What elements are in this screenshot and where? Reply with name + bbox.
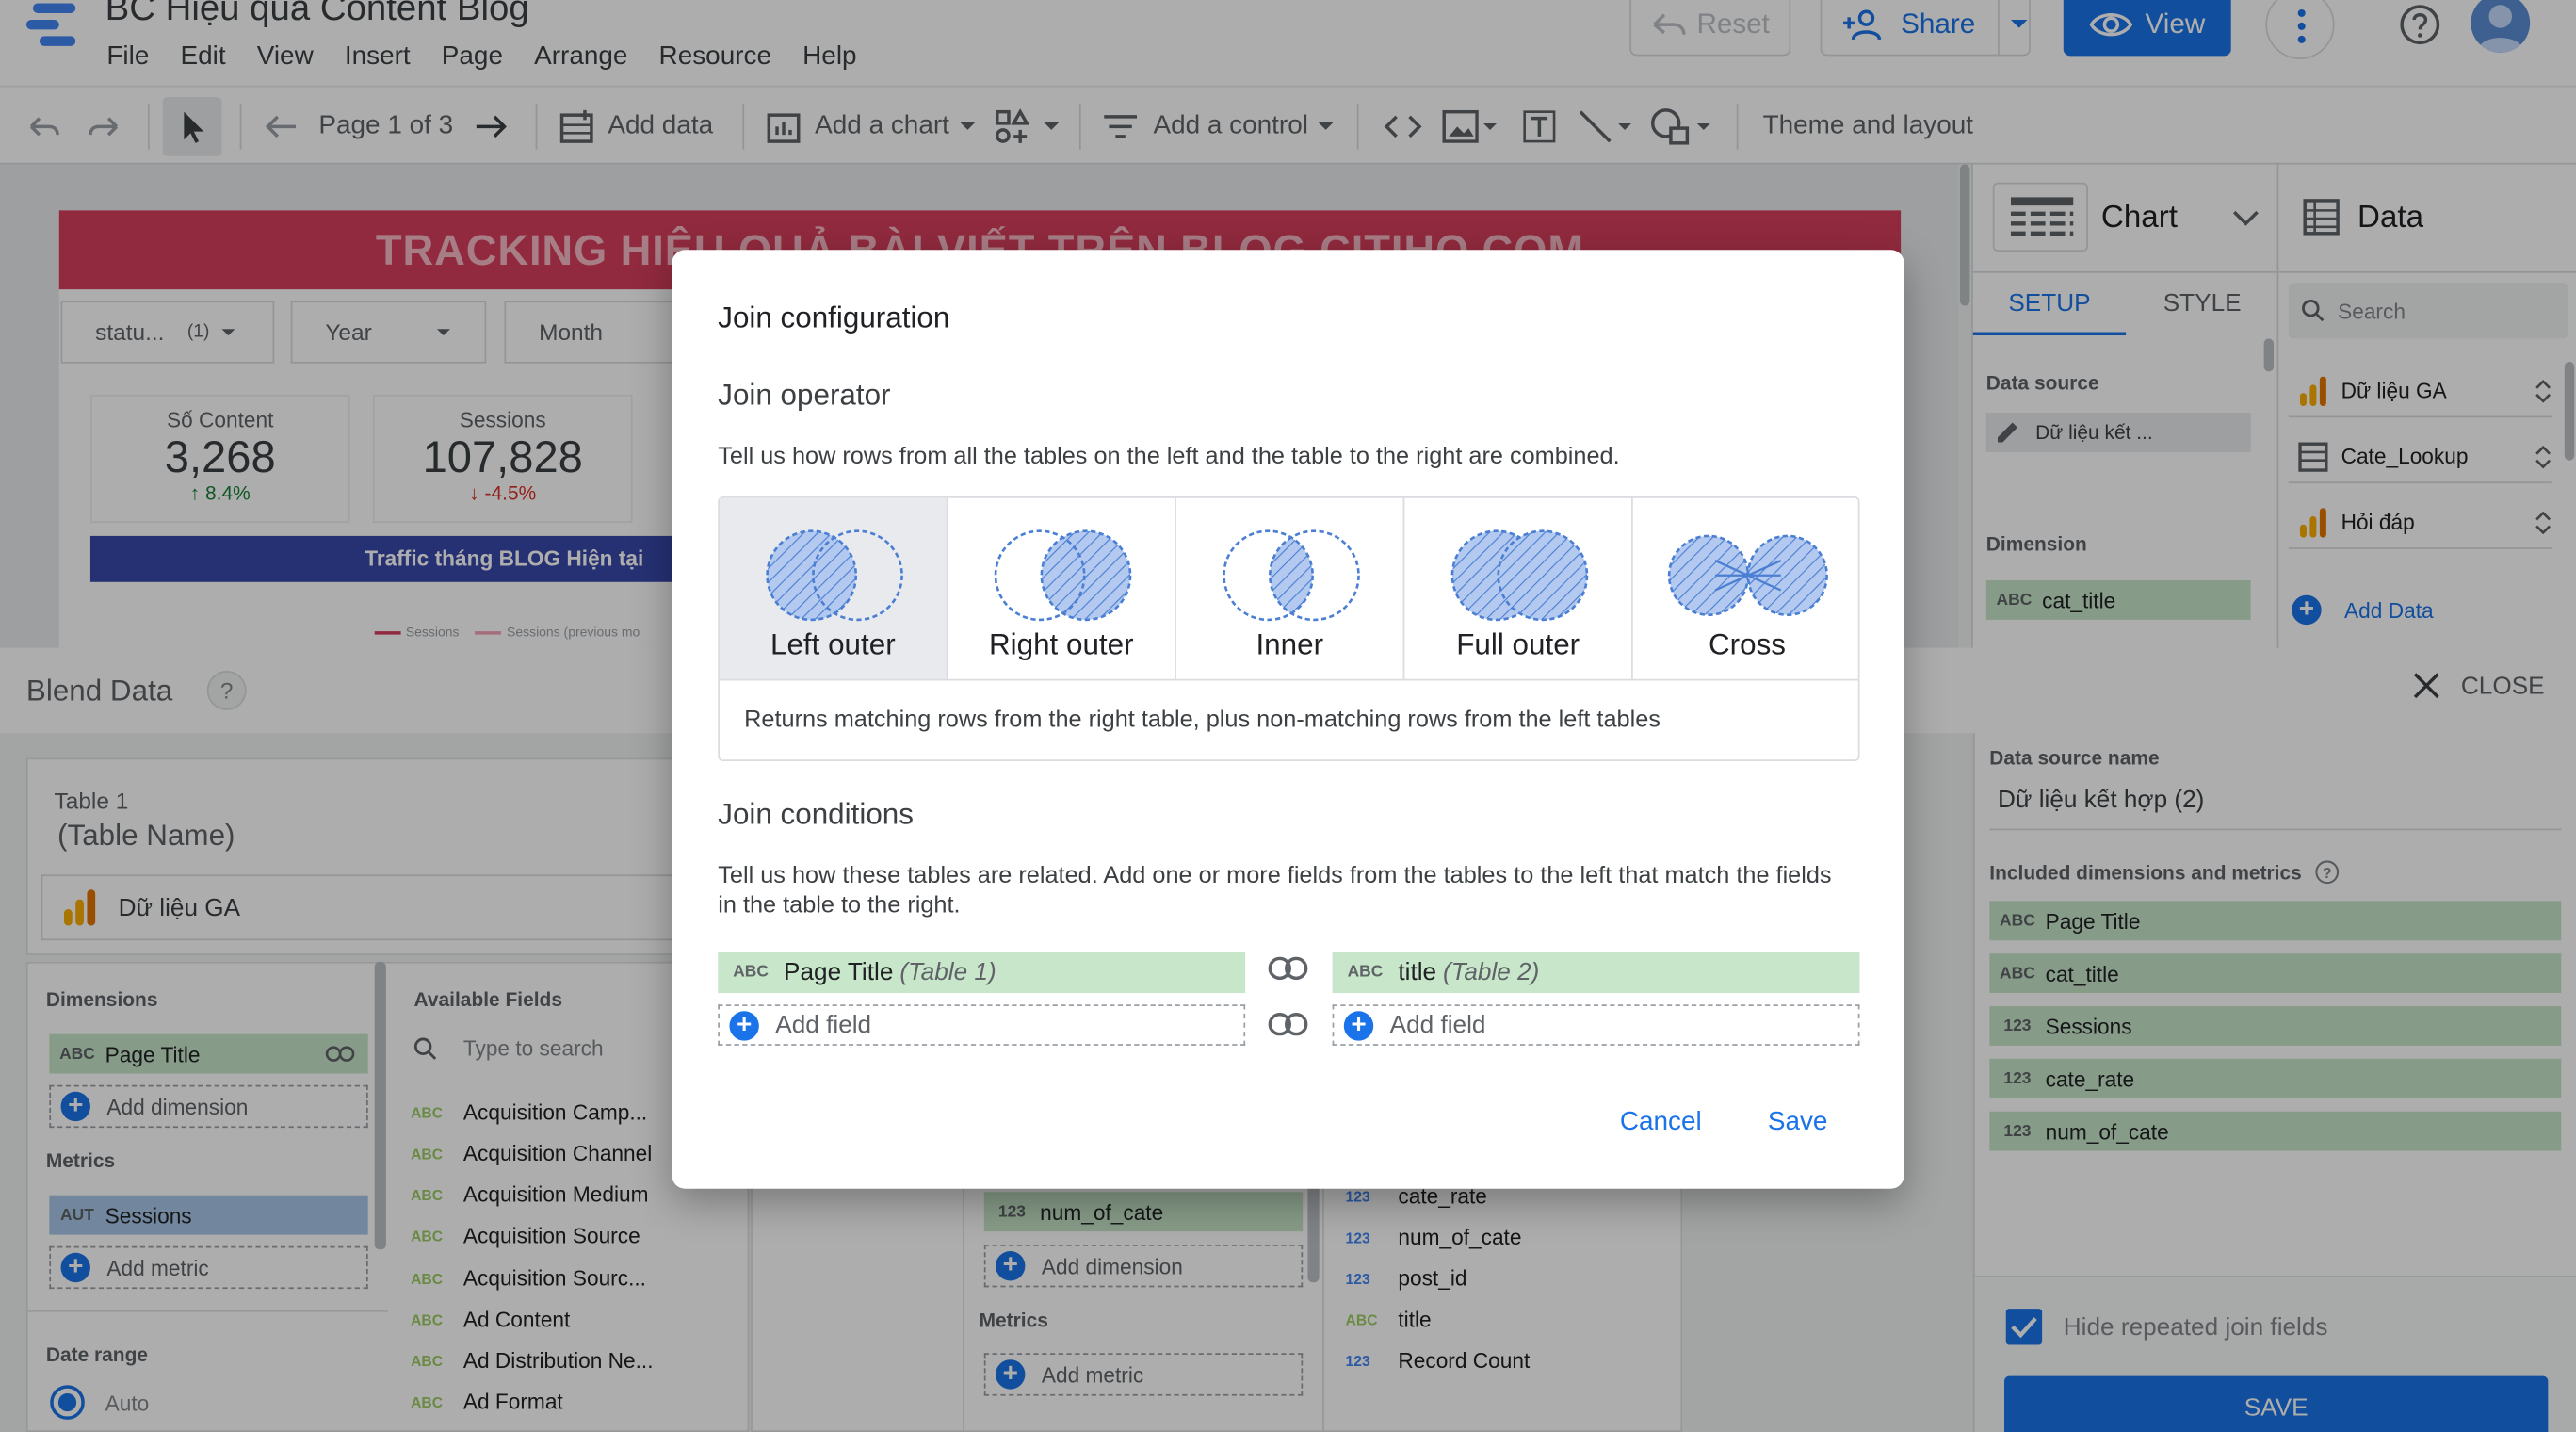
operator-right-outer[interactable]: Right outer — [948, 497, 1176, 681]
venn-cross-icon — [1667, 534, 1828, 616]
operator-label: Right outer — [988, 627, 1134, 661]
right-add-field-button[interactable]: + Add field — [1332, 1004, 1860, 1046]
app-root: BC Hiệu quả Content Blog File Edit View … — [0, 0, 2576, 1432]
add-field-label: Add field — [1389, 1011, 1486, 1039]
join-operator-selector: Left outer Right outer Inner Full outer … — [718, 496, 1861, 761]
cancel-button[interactable]: Cancel — [1620, 1108, 1702, 1137]
venn-full-outer-icon — [1450, 529, 1589, 622]
left-join-field-name: Page Title — [784, 958, 894, 987]
left-add-field-button[interactable]: + Add field — [718, 1004, 1246, 1046]
operator-label: Full outer — [1456, 627, 1580, 661]
venn-left-outer-icon — [766, 529, 903, 622]
field-type-icon: ABC — [1347, 963, 1384, 982]
operator-inner[interactable]: Inner — [1176, 497, 1405, 681]
operator-cross[interactable]: Cross — [1633, 498, 1861, 681]
field-type-icon: ABC — [733, 963, 770, 982]
join-conditions-description: Tell us how these tables are related. Ad… — [718, 863, 1832, 919]
operator-help-text: Returns matching rows from the right tab… — [744, 707, 1661, 734]
join-operator-description: Tell us how rows from all the tables on … — [718, 444, 1620, 471]
join-conditions-heading: Join conditions — [718, 797, 914, 831]
venn-inner-icon — [1223, 529, 1360, 622]
join-configuration-dialog: Join configuration Join operator Tell us… — [672, 250, 1904, 1189]
venn-right-outer-icon — [994, 529, 1132, 622]
operator-full-outer[interactable]: Full outer — [1404, 497, 1633, 681]
plus-circle-icon: + — [1343, 1010, 1374, 1040]
save-button[interactable]: Save — [1768, 1108, 1828, 1137]
right-join-table-label: (Table 2) — [1443, 958, 1540, 987]
add-field-label: Add field — [775, 1011, 872, 1039]
right-join-field-name: title — [1398, 958, 1437, 987]
left-join-table-label: (Table 1) — [899, 958, 996, 987]
left-join-field-chip[interactable]: ABC Page Title (Table 1) — [718, 952, 1246, 994]
operator-label: Cross — [1709, 627, 1787, 661]
operator-label: Left outer — [770, 627, 896, 661]
link-icon — [1268, 1012, 1308, 1036]
dialog-title: Join configuration — [718, 301, 950, 334]
plus-circle-icon: + — [729, 1010, 759, 1040]
link-icon — [1268, 956, 1308, 981]
operator-label: Inner — [1256, 627, 1324, 661]
join-operator-heading: Join operator — [718, 378, 891, 412]
right-join-field-chip[interactable]: ABC title (Table 2) — [1332, 952, 1860, 994]
operator-left-outer[interactable]: Left outer — [719, 497, 948, 681]
